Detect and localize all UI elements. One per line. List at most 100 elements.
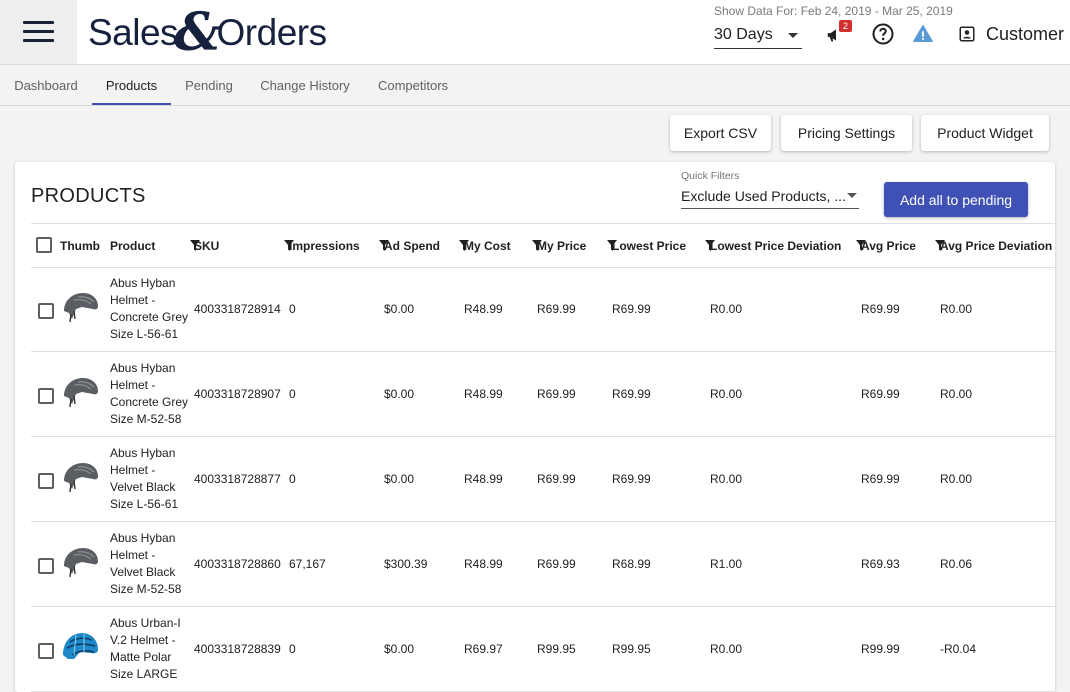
avg-price-value: R69.99 xyxy=(861,302,900,316)
lowest-price-value: R69.99 xyxy=(612,387,651,401)
menu-icon xyxy=(23,21,54,43)
column-header-thumb: Thumb xyxy=(60,239,100,253)
filter-icon[interactable] xyxy=(284,240,294,251)
impressions-value: 0 xyxy=(289,472,296,486)
chevron-down-icon xyxy=(788,32,798,38)
lowest-price-value: R69.99 xyxy=(612,302,651,316)
date-range-label: Show Data For: Feb 24, 2019 - Mar 25, 20… xyxy=(714,4,953,18)
help-button[interactable] xyxy=(871,22,895,46)
my-cost-value: R48.99 xyxy=(464,302,503,316)
add-all-to-pending-button[interactable]: Add all to pending xyxy=(884,182,1028,217)
sku-value: 4003318728907 xyxy=(194,387,281,401)
avg-price-deviation-value: -R0.04 xyxy=(940,642,977,656)
helmet-thumbnail xyxy=(64,378,98,408)
notifications-button[interactable]: 2 xyxy=(825,20,852,46)
avg-price-deviation-value: R0.06 xyxy=(940,557,973,571)
column-header-my-price[interactable]: My Price xyxy=(537,224,586,267)
quick-filters-select[interactable]: Exclude Used Products, ... xyxy=(681,183,859,209)
table-row[interactable]: Abus Hyban Helmet - Velvet Black Size M-… xyxy=(31,522,1055,607)
my-cost-value: R69.97 xyxy=(464,642,503,656)
ad-spend-value: $0.00 xyxy=(384,387,415,401)
tab-products[interactable]: Products xyxy=(92,65,171,105)
column-header-product[interactable]: Product xyxy=(110,224,155,267)
nav-tabs: Dashboard Products Pending Change Histor… xyxy=(0,65,1070,106)
row-checkbox[interactable] xyxy=(38,558,54,574)
pricing-settings-button[interactable]: Pricing Settings xyxy=(781,115,912,151)
lowest-price-deviation-value: R1.00 xyxy=(710,557,743,571)
helmet-thumbnail xyxy=(64,548,98,578)
sku-value: 4003318728914 xyxy=(194,302,281,316)
table-row[interactable]: Abus Hyban Helmet - Concrete Grey Size L… xyxy=(31,267,1055,352)
filter-icon[interactable] xyxy=(607,240,617,251)
avg-price-value: R69.99 xyxy=(861,387,900,401)
ad-spend-value: $300.39 xyxy=(384,557,428,571)
quick-filters-label: Quick Filters xyxy=(681,170,740,182)
sku-value: 4003318728860 xyxy=(194,557,281,571)
column-header-ad-spend[interactable]: Ad Spend xyxy=(384,224,440,267)
menu-button[interactable] xyxy=(0,0,77,64)
avg-price-value: R69.99 xyxy=(861,472,900,486)
lowest-price-deviation-value: R0.00 xyxy=(710,472,743,486)
my-price-value: R69.99 xyxy=(537,387,576,401)
product-name[interactable]: Abus Hyban Helmet - Velvet Black Size L-… xyxy=(110,445,190,513)
column-header-avg-price[interactable]: Avg Price xyxy=(861,224,916,267)
column-header-my-cost[interactable]: My Cost xyxy=(464,224,511,267)
my-cost-value: R48.99 xyxy=(464,557,503,571)
card-title: PRODUCTS xyxy=(31,185,146,207)
export-csv-button[interactable]: Export CSV xyxy=(670,115,771,151)
product-name[interactable]: Abus Urban-I V.2 Helmet - Matte Polar Si… xyxy=(110,615,190,683)
column-header-lowest-price[interactable]: Lowest Price xyxy=(612,224,686,267)
my-price-value: R69.99 xyxy=(537,472,576,486)
filter-icon[interactable] xyxy=(459,240,469,251)
avg-price-deviation-value: R0.00 xyxy=(940,387,973,401)
avg-price-value: R69.93 xyxy=(861,557,900,571)
avg-price-deviation-value: R0.00 xyxy=(940,302,973,316)
product-widget-button[interactable]: Product Widget xyxy=(921,115,1049,151)
tab-change-history[interactable]: Change History xyxy=(260,65,350,103)
tab-competitors[interactable]: Competitors xyxy=(377,65,449,103)
product-name[interactable]: Abus Hyban Helmet - Concrete Grey Size M… xyxy=(110,360,190,428)
filter-icon[interactable] xyxy=(856,240,866,251)
column-header-avg-price-deviation[interactable]: Avg Price Deviation xyxy=(940,224,1052,267)
tab-pending[interactable]: Pending xyxy=(185,65,233,103)
filter-icon[interactable] xyxy=(935,240,945,251)
days-select[interactable]: 30 Days xyxy=(714,22,802,49)
helmet-thumbnail xyxy=(63,633,98,659)
table-row[interactable]: Abus Hyban Helmet - Concrete Grey Size M… xyxy=(31,352,1055,437)
row-checkbox[interactable] xyxy=(38,303,54,319)
row-checkbox[interactable] xyxy=(38,473,54,489)
filter-icon[interactable] xyxy=(190,240,200,251)
impressions-value: 0 xyxy=(289,302,296,316)
table-header: Thumb Product SKU Impressions Ad Spend M… xyxy=(31,223,1055,268)
sku-value: 4003318728839 xyxy=(194,642,281,656)
product-name[interactable]: Abus Hyban Helmet - Concrete Grey Size L… xyxy=(110,275,190,343)
impressions-value: 0 xyxy=(289,387,296,401)
ad-spend-value: $0.00 xyxy=(384,642,415,656)
alerts-button[interactable] xyxy=(912,22,936,46)
customer-menu[interactable]: Customer xyxy=(958,22,1064,46)
table-row[interactable]: Abus Hyban Helmet - Velvet Black Size L-… xyxy=(31,437,1055,522)
filter-icon[interactable] xyxy=(379,240,389,251)
column-header-impressions[interactable]: Impressions xyxy=(289,224,360,267)
product-name[interactable]: Abus Hyban Helmet - Velvet Black Size M-… xyxy=(110,530,190,598)
tab-dashboard[interactable]: Dashboard xyxy=(14,65,78,103)
column-header-lowest-price-deviation[interactable]: Lowest Price Deviation xyxy=(710,224,841,267)
row-checkbox[interactable] xyxy=(38,643,54,659)
table-row[interactable]: Abus Urban-I V.2 Helmet - Matte Polar Si… xyxy=(31,607,1055,692)
products-card: PRODUCTS Quick Filters Exclude Used Prod… xyxy=(15,162,1055,692)
top-app-bar: Sales & Orders Show Data For: Feb 24, 2019… xyxy=(0,0,1070,65)
row-checkbox[interactable] xyxy=(38,388,54,404)
lowest-price-value: R68.99 xyxy=(612,557,651,571)
alert-triangle-icon xyxy=(913,25,933,43)
ad-spend-value: $0.00 xyxy=(384,472,415,486)
my-price-value: R69.99 xyxy=(537,557,576,571)
select-all-checkbox[interactable] xyxy=(36,237,52,253)
helmet-thumbnail xyxy=(64,463,98,493)
helmet-thumbnail xyxy=(64,293,98,323)
impressions-value: 0 xyxy=(289,642,296,656)
lowest-price-deviation-value: R0.00 xyxy=(710,642,743,656)
filter-icon[interactable] xyxy=(532,240,542,251)
my-price-value: R69.99 xyxy=(537,302,576,316)
filter-icon[interactable] xyxy=(705,240,715,251)
lowest-price-value: R99.95 xyxy=(612,642,651,656)
